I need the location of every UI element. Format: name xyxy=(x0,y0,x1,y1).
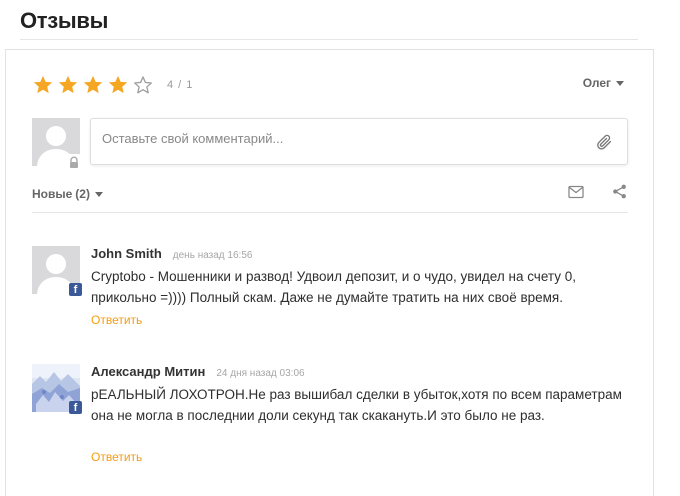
chevron-down-icon xyxy=(616,80,624,86)
comment-text: рЕАЛЬНЫЙ ЛОХОТРОН.Не раз вышибал сделки … xyxy=(91,387,622,423)
sort-label: Новые xyxy=(32,187,73,201)
lock-icon xyxy=(66,154,82,170)
share-icon[interactable] xyxy=(612,184,627,199)
star-icon[interactable] xyxy=(32,74,54,96)
facebook-icon: f xyxy=(69,283,82,296)
envelope-icon[interactable] xyxy=(568,185,584,199)
comment-composer[interactable] xyxy=(90,118,628,165)
rating-count: 4 / 1 xyxy=(167,79,194,91)
star-icon[interactable] xyxy=(82,74,104,96)
page-title: Отзывы xyxy=(20,8,109,33)
toolbar-divider xyxy=(32,212,628,213)
reply-link[interactable]: Ответить xyxy=(91,450,142,464)
star-icon[interactable] xyxy=(107,74,129,96)
user-menu[interactable]: Олег xyxy=(583,76,624,90)
chevron-down-icon xyxy=(94,191,103,197)
comment-count: (2) xyxy=(75,187,90,201)
comment-timestamp[interactable]: 24 дня назад 03:06 xyxy=(216,368,304,379)
user-name: Олег xyxy=(582,76,611,90)
comment-author[interactable]: John Smith xyxy=(91,246,162,261)
title-divider xyxy=(20,39,638,40)
comment-text: Cryptobo - Мошенники и развод! Удвоил де… xyxy=(91,269,576,305)
rating-stars[interactable]: 4 / 1 xyxy=(32,74,193,96)
paperclip-icon[interactable] xyxy=(595,133,613,151)
comment-author[interactable]: Александр Митин xyxy=(91,364,205,379)
reply-link[interactable]: Ответить xyxy=(91,313,142,327)
comment-input[interactable] xyxy=(102,131,572,146)
star-icon[interactable] xyxy=(57,74,79,96)
facebook-icon: f xyxy=(69,401,82,414)
star-empty-icon[interactable] xyxy=(132,74,154,96)
comment-timestamp[interactable]: день назад 16:56 xyxy=(173,250,253,261)
sort-dropdown[interactable]: Новые (2) xyxy=(32,187,103,201)
